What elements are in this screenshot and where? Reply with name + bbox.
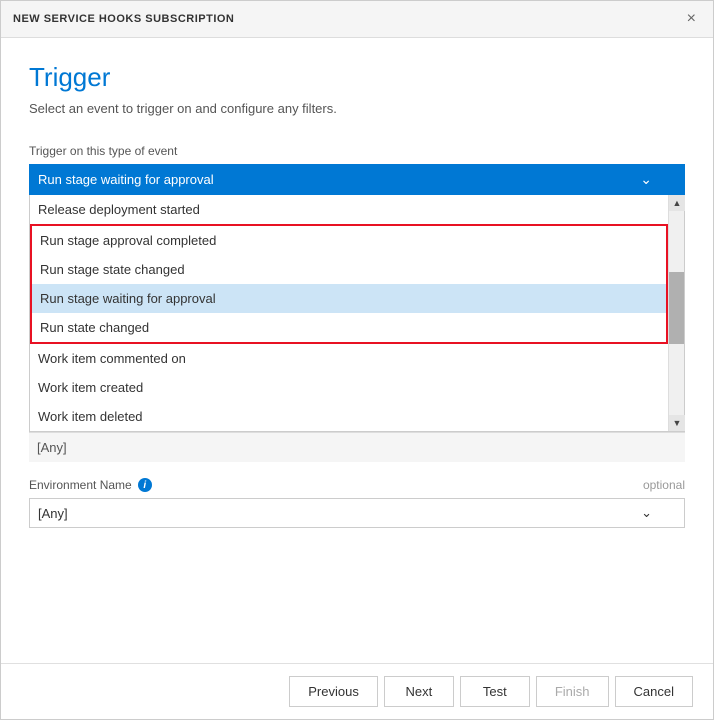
event-dropdown-value: Run stage waiting for approval <box>38 172 214 187</box>
close-button[interactable]: × <box>682 9 701 29</box>
page-subtitle: Select an event to trigger on and config… <box>29 101 685 116</box>
page-title: Trigger <box>29 62 685 93</box>
environment-field-label: Environment Name <box>29 478 132 492</box>
list-item[interactable]: Work item commented on <box>30 344 668 373</box>
cancel-button[interactable]: Cancel <box>615 676 693 707</box>
chevron-down-icon: ⌄ <box>640 171 652 188</box>
scroll-thumb <box>669 272 684 343</box>
event-dropdown-list: Release deployment started Run stage app… <box>29 195 685 432</box>
dropdown-items-area: Release deployment started Run stage app… <box>30 195 668 431</box>
list-item[interactable]: Run state changed <box>32 313 666 342</box>
env-chevron-down-icon: ⌄ <box>641 505 652 521</box>
scrollbar[interactable]: ▲ ▼ <box>668 195 684 431</box>
titlebar: NEW SERVICE HOOKS SUBSCRIPTION × <box>1 1 713 38</box>
red-box-group: Run stage approval completed Run stage s… <box>30 224 668 344</box>
event-dropdown[interactable]: Run stage waiting for approval ⌄ Release… <box>29 164 685 462</box>
dialog: NEW SERVICE HOOKS SUBSCRIPTION × Trigger… <box>0 0 714 720</box>
environment-section: Environment Name i optional [Any] ⌄ <box>29 478 685 528</box>
any-value-label: [Any] <box>37 440 67 455</box>
test-button[interactable]: Test <box>460 676 530 707</box>
env-label-left: Environment Name i <box>29 478 152 492</box>
list-item[interactable]: Run stage approval completed <box>32 226 666 255</box>
scroll-down-button[interactable]: ▼ <box>669 415 685 431</box>
event-dropdown-selected[interactable]: Run stage waiting for approval ⌄ <box>29 164 685 195</box>
info-icon[interactable]: i <box>138 478 152 492</box>
env-label-row: Environment Name i optional <box>29 478 685 492</box>
list-item[interactable]: Release deployment started <box>30 195 668 224</box>
list-item[interactable]: Work item deleted <box>30 402 668 431</box>
previous-button[interactable]: Previous <box>289 676 378 707</box>
list-item-selected[interactable]: Run stage waiting for approval <box>32 284 666 313</box>
dialog-title: NEW SERVICE HOOKS SUBSCRIPTION <box>13 13 234 25</box>
dialog-content: Trigger Select an event to trigger on an… <box>1 38 713 663</box>
scroll-track <box>669 211 684 415</box>
scroll-up-button[interactable]: ▲ <box>669 195 685 211</box>
list-item[interactable]: Run stage state changed <box>32 255 666 284</box>
finish-button[interactable]: Finish <box>536 676 609 707</box>
any-value-row: [Any] <box>29 432 685 462</box>
event-field-label: Trigger on this type of event <box>29 144 685 158</box>
environment-dropdown[interactable]: [Any] ⌄ <box>29 498 685 528</box>
list-item[interactable]: Work item created <box>30 373 668 402</box>
environment-dropdown-value: [Any] <box>38 506 68 521</box>
footer: Previous Next Test Finish Cancel <box>1 663 713 719</box>
next-button[interactable]: Next <box>384 676 454 707</box>
optional-label: optional <box>643 478 685 492</box>
